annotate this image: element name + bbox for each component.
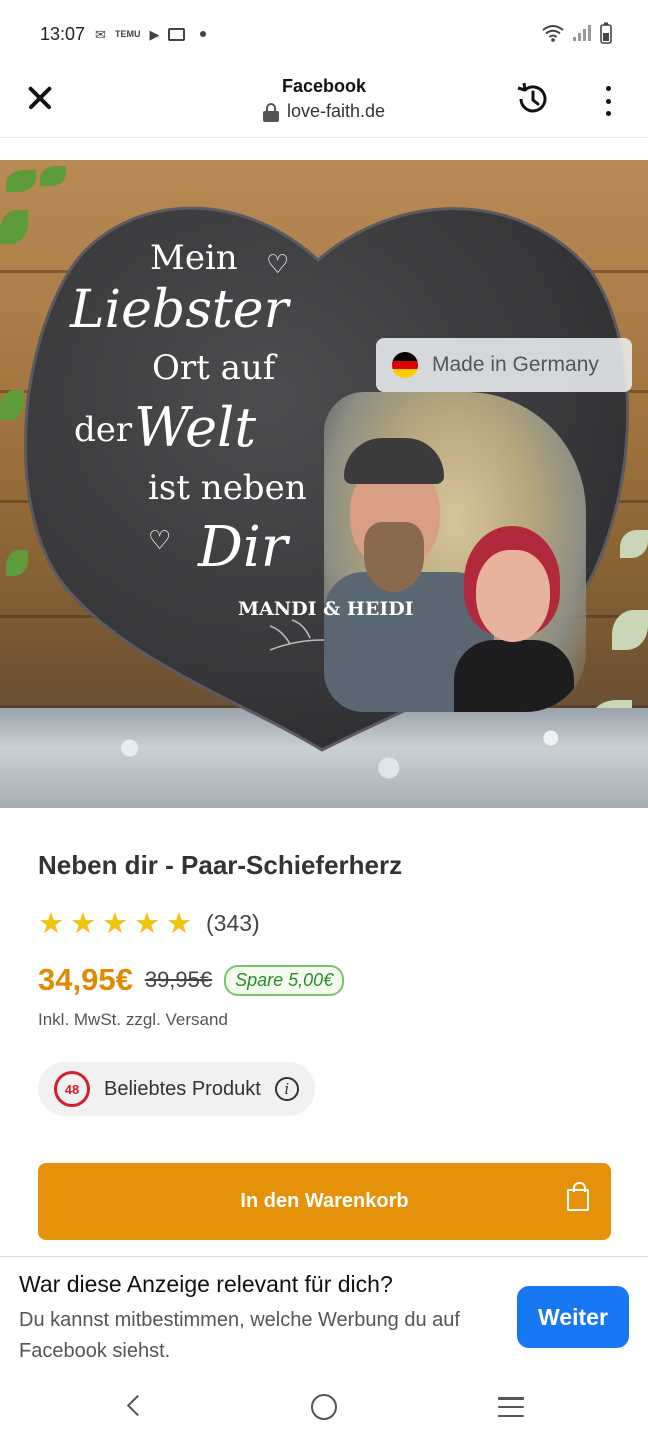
- mail-icon: ✉: [95, 26, 106, 42]
- slate-heart-right-icon: ♡: [266, 250, 290, 280]
- signal-icon: [573, 25, 591, 41]
- browser-header: Facebook love-faith.de: [0, 68, 648, 138]
- slate-line-3: Ort auf: [152, 348, 276, 388]
- add-to-cart-button[interactable]: In den Warenkorb: [38, 1163, 611, 1240]
- navigation-bar: [0, 1380, 648, 1440]
- couple-names: MANDI & HEIDI: [238, 598, 414, 620]
- nav-recent-icon[interactable]: [498, 1397, 524, 1417]
- star-icon: ★: [166, 907, 192, 940]
- prompt-title: War diese Anzeige relevant für dich?: [19, 1271, 393, 1297]
- nav-home-icon[interactable]: [311, 1394, 337, 1420]
- slate-line-2: Liebster: [70, 280, 289, 340]
- slate-line-5: Welt: [134, 396, 257, 459]
- couple-photo: [324, 392, 586, 712]
- star-icon: ★: [102, 907, 128, 940]
- popular-label: Beliebtes Produkt: [104, 1077, 261, 1100]
- add-to-cart-label: In den Warenkorb: [240, 1190, 409, 1212]
- url-text: love-faith.de: [286, 101, 386, 121]
- slate-line-1: Mein: [150, 238, 238, 278]
- made-in-germany-badge: Made in Germany: [376, 338, 632, 392]
- price-current: 34,95€: [38, 962, 133, 997]
- temu-icon: TEMU: [114, 28, 141, 39]
- notification-icons: ✉ TEMU ▶: [95, 26, 207, 42]
- ad-relevance-prompt: War diese Anzeige relevant für dich? Du …: [0, 1256, 648, 1380]
- url-display[interactable]: love-faith.de: [262, 101, 386, 122]
- youtube-icon: ▶: [149, 26, 160, 42]
- product-title: Neben dir - Paar-Schieferherz: [38, 850, 403, 880]
- 48h-clock-icon: 48: [54, 1071, 90, 1107]
- star-icon: ★: [38, 907, 64, 940]
- more-notifications-dot: [200, 31, 207, 37]
- popular-product-badge[interactable]: 48 Beliebtes Produkt i: [38, 1062, 315, 1116]
- news-icon: [168, 27, 186, 41]
- history-icon[interactable]: [514, 80, 552, 118]
- lock-icon: [262, 102, 279, 122]
- status-time: 13:07: [40, 23, 86, 44]
- slate-line-7: Dir: [198, 515, 288, 580]
- battery-icon: [600, 22, 612, 44]
- product-image[interactable]: Mein Liebster Ort auf der Welt ist neben…: [0, 160, 648, 808]
- wifi-icon: [542, 25, 564, 42]
- bag-icon: [567, 1182, 589, 1211]
- badge-label: Made in Germany: [432, 353, 599, 376]
- slate-line-6: ist neben: [148, 468, 307, 508]
- price-old: 39,95€: [144, 967, 213, 992]
- more-vert-icon[interactable]: [596, 86, 620, 116]
- tax-note: Inkl. MwSt. zzgl. Versand: [38, 1010, 228, 1029]
- prompt-text: Du kannst mitbestimmen, welche Werbung d…: [19, 1309, 460, 1362]
- rating[interactable]: ★ ★ ★ ★ ★ (343): [38, 907, 260, 940]
- info-icon[interactable]: i: [274, 1077, 299, 1101]
- germany-flag-icon: [392, 352, 418, 378]
- star-icon: ★: [134, 907, 160, 940]
- review-count: (343): [206, 910, 260, 936]
- price-row: 34,95€ 39,95€ Spare 5,00€: [38, 962, 345, 998]
- slate-heart-left-icon: ♡: [148, 526, 172, 556]
- slate-line-4: der: [74, 410, 133, 450]
- continue-button[interactable]: Weiter: [517, 1286, 629, 1348]
- star-icon: ★: [70, 907, 96, 940]
- status-bar: 13:07 ✉ TEMU ▶: [0, 0, 648, 68]
- save-badge: Spare 5,00€: [224, 964, 345, 996]
- system-icons: [542, 22, 612, 44]
- nav-back-icon[interactable]: [124, 1394, 148, 1418]
